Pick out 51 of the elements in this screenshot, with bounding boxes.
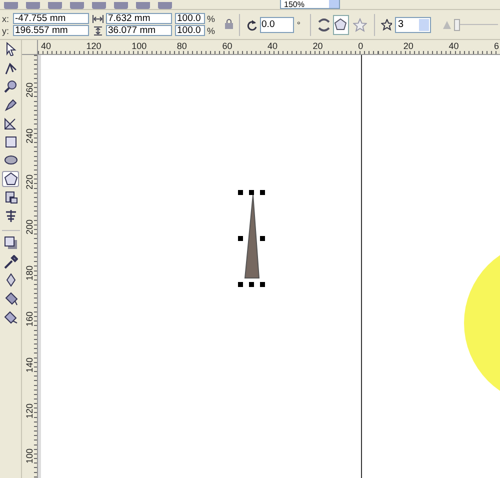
- sharpness-icon: [442, 20, 452, 30]
- ruler-label: 20: [403, 41, 414, 51]
- ruler-label: 180: [24, 266, 34, 281]
- width-field[interactable]: 7.632 mm: [106, 13, 172, 24]
- triangle-shape[interactable]: [244, 194, 260, 278]
- ruler-label: 220: [24, 174, 34, 190]
- lock-icon[interactable]: [224, 19, 233, 30]
- x-label: x:: [2, 14, 10, 24]
- ruler-label: 120: [24, 403, 34, 418]
- percent-label: %: [207, 14, 216, 24]
- magnifier-icon[interactable]: [2, 78, 19, 94]
- ruler-label: 100: [132, 41, 147, 51]
- ruler-label: 240: [24, 128, 34, 144]
- ruler-label: 160: [24, 312, 34, 326]
- selection-handles[interactable]: [238, 190, 265, 287]
- star-icon: [381, 18, 392, 30]
- ruler-label: 120: [86, 41, 102, 51]
- fill-icon[interactable]: [2, 309, 19, 325]
- ruler-label: 260: [24, 82, 34, 98]
- ruler-label: 140: [24, 357, 34, 372]
- y-field[interactable]: 196.557 mm: [13, 25, 89, 36]
- height-field[interactable]: 36.077 mm: [106, 25, 172, 36]
- eyedropper-icon[interactable]: [2, 254, 19, 270]
- ruler-label: 40: [448, 41, 459, 51]
- polygon-toggle[interactable]: [332, 14, 350, 34]
- pen-icon[interactable]: [2, 96, 19, 112]
- rotation-field[interactable]: 0.0: [260, 16, 294, 32]
- pentagon-icon[interactable]: [2, 170, 19, 186]
- ruler-label: 100: [24, 448, 34, 464]
- ruler-label: 40: [268, 41, 278, 51]
- scale-y-field[interactable]: 100.0: [175, 25, 205, 36]
- degree-label: °: [296, 20, 300, 30]
- points-field[interactable]: 3: [394, 16, 432, 32]
- percent-label: %: [207, 26, 216, 36]
- zoom-dropdown[interactable]: 150%: [280, 0, 340, 9]
- ruler-label: 80: [176, 41, 187, 51]
- ruler-label: 200: [24, 220, 34, 235]
- mirror-icon[interactable]: [317, 16, 330, 32]
- ruler-label: 40: [41, 41, 52, 51]
- ruler-label: 20: [312, 41, 323, 51]
- width-icon: [92, 14, 104, 24]
- rotate-icon: [246, 18, 257, 30]
- height-icon: [92, 26, 104, 36]
- set-square-icon[interactable]: [2, 115, 19, 131]
- scale-x-field[interactable]: 100.0: [175, 13, 205, 24]
- shadow-square-icon[interactable]: [2, 235, 19, 251]
- y-label: y:: [2, 26, 10, 36]
- ruler-label: 0: [358, 41, 364, 51]
- x-field[interactable]: -47.755 mm: [13, 13, 89, 24]
- ruler-label: 60: [222, 41, 232, 51]
- ruler-label: 6: [494, 41, 500, 51]
